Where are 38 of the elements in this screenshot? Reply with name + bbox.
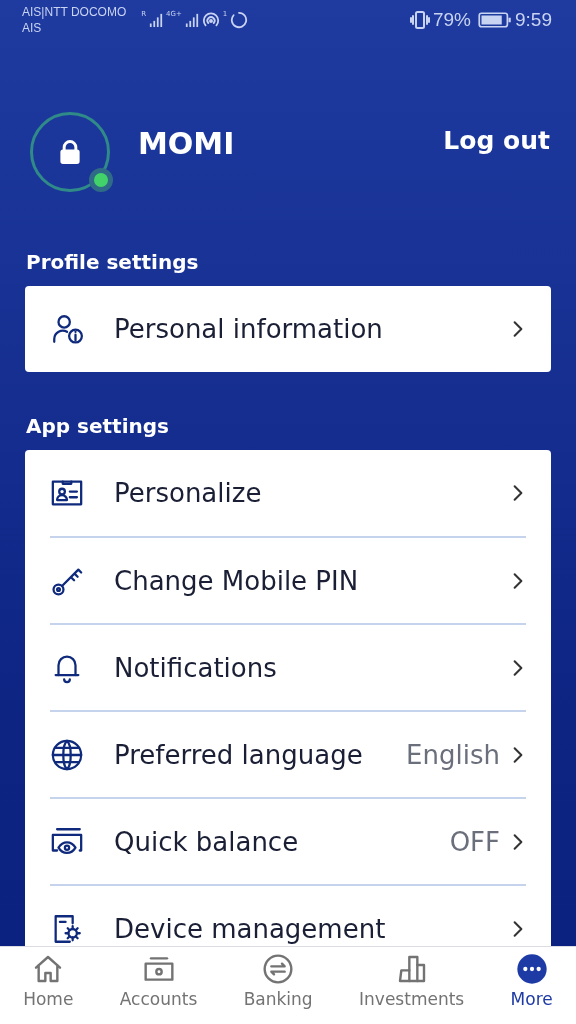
carrier-name: AIS|NTT DOCOMO: [22, 4, 127, 20]
more-icon: [515, 953, 548, 985]
settings-item[interactable]: Quick balance OFF: [50, 797, 526, 884]
nav-tab[interactable]: Investments: [357, 947, 467, 1024]
vibrate-icon: [410, 10, 430, 30]
setting-value: English: [406, 739, 500, 770]
logout-link[interactable]: Log out: [443, 126, 550, 155]
section-title: App settings: [25, 414, 170, 438]
chevron-right-icon: [512, 745, 524, 764]
chevron-right-icon: [512, 484, 524, 502]
settings-item[interactable]: Notifications: [50, 623, 526, 710]
settings-item[interactable]: Preferred language English: [50, 710, 526, 797]
nav-tab[interactable]: Accounts: [117, 947, 200, 1024]
setting-value: OFF: [449, 826, 500, 857]
settings-item[interactable]: Personal information: [50, 286, 526, 372]
chevron-right-icon: [512, 571, 524, 590]
settings-item[interactable]: Change Mobile PIN: [50, 536, 526, 623]
battery-icon: [478, 11, 512, 29]
signal-icon: [184, 12, 199, 28]
signal-icon: [149, 12, 164, 28]
settings-item[interactable]: Personalize: [50, 450, 526, 536]
clock: 9:59: [515, 9, 552, 31]
battery-percent: 79%: [433, 9, 471, 31]
carrier-name: AIS: [22, 20, 43, 36]
nav-tab[interactable]: Banking: [241, 947, 315, 1024]
chevron-right-icon: [512, 919, 524, 938]
loading-icon: [230, 11, 249, 29]
chevron-right-icon: [512, 320, 524, 338]
hotspot-icon: [201, 11, 220, 29]
chevron-right-icon: [512, 658, 524, 677]
person-info-icon: [50, 312, 84, 346]
user-name: MOMI: [138, 126, 236, 161]
section-title: Profile settings: [25, 250, 200, 274]
nav-tab[interactable]: Home: [21, 947, 76, 1024]
globe-icon: [50, 737, 84, 772]
chevron-right-icon: [512, 832, 524, 851]
nav-tab[interactable]: More: [508, 947, 555, 1024]
transfer-icon: [262, 953, 295, 985]
